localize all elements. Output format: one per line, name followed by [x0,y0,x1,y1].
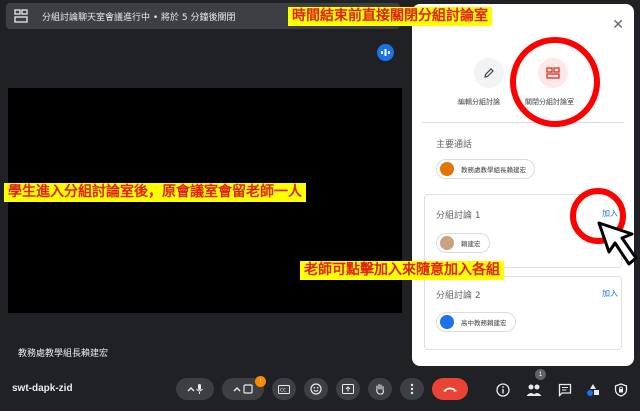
emoji-icon [310,383,322,395]
raise-hand-button[interactable] [368,378,392,400]
main-call-title: 主要通話 [436,140,473,150]
avatar [440,236,454,250]
present-screen-button[interactable] [336,378,360,400]
join-room-2-button[interactable]: 加入 [602,288,618,299]
speaking-indicator-icon [377,44,394,61]
close-icon[interactable]: ✕ [612,16,624,33]
pointer-cursor-icon [597,221,638,266]
highlight-circle [510,37,600,127]
participant-chip[interactable]: 高中教務賴建宏 [436,312,516,332]
captions-button[interactable]: CC [272,378,296,400]
microphone-icon [187,384,203,394]
room-title: 分組討論 1 [436,211,481,221]
annotation-close-rooms: 時間結束前直接關閉分組討論室 [288,7,492,27]
present-screen-icon [342,384,354,394]
meeting-info-icon[interactable] [496,383,510,397]
participant-name: 高中教務賴建宏 [461,319,507,327]
captions-icon: CC [278,384,290,394]
edit-breakout-button[interactable] [474,58,504,88]
breakout-status-text: 分組討論聊天室會議進行中 • 將於 5 分鐘後關閉 [42,12,236,23]
divider [422,122,624,123]
raise-hand-icon [376,383,384,395]
hang-up-icon [443,387,457,392]
meeting-code: swt-dapk-zid [12,383,73,394]
emoji-button[interactable] [304,378,328,400]
people-count-badge: 1 [535,369,546,380]
people-icon[interactable] [526,383,542,397]
host-controls-icon[interactable] [614,383,628,397]
chat-icon[interactable] [558,383,572,397]
present-badge: ! [255,376,266,387]
annotation-teacher-stays: 學生進入分組討論室後，原會議室會留老師一人 [4,183,306,203]
room-title: 分組討論 2 [436,291,481,301]
pencil-icon [484,68,494,78]
participant-name: 賴建宏 [461,240,481,248]
presenter-name: 教務處教學組長賴建宏 [18,349,109,359]
participant-chip[interactable]: 賴建宏 [436,233,490,253]
breakout-rooms-icon [14,9,28,23]
avatar [440,315,454,329]
avatar [440,162,454,176]
more-options-button[interactable] [400,378,424,400]
participant-name: 教務處教學組長賴建宏 [461,166,526,174]
leave-call-button[interactable] [432,378,468,400]
participant-chip[interactable]: 教務處教學組長賴建宏 [436,159,535,179]
activities-icon[interactable] [586,383,600,397]
edit-breakout-label: 編輯分組討論 [458,98,500,106]
microphone-button[interactable] [176,378,214,400]
svg-text:CC: CC [280,387,286,393]
more-vert-icon [410,383,414,395]
present-icon [233,384,253,394]
annotation-join-groups: 老師可點擊加入來隨意加入各組 [300,261,504,281]
